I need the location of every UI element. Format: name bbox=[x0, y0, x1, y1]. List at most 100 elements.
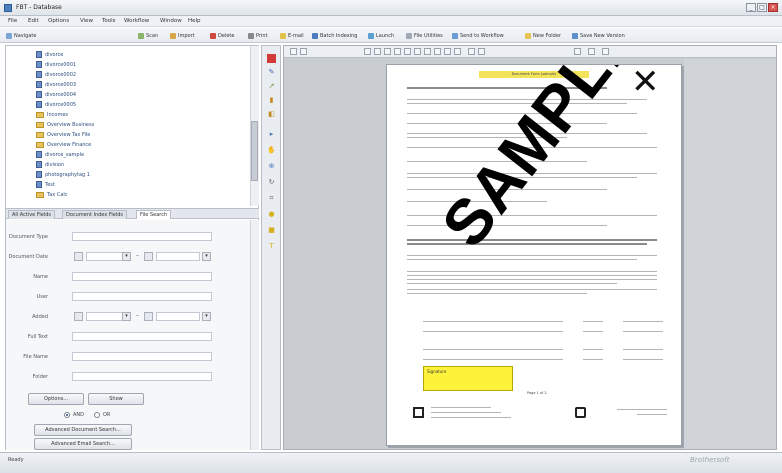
import-button[interactable]: Import bbox=[170, 31, 195, 40]
fit-page-icon[interactable] bbox=[374, 48, 381, 55]
zoom-icon[interactable]: ⊕ bbox=[267, 162, 276, 171]
next-page-icon[interactable] bbox=[444, 48, 451, 55]
tree-item[interactable]: Overview Tax File bbox=[36, 130, 90, 139]
last-page-icon[interactable] bbox=[454, 48, 461, 55]
rotate-icon[interactable]: ↻ bbox=[267, 178, 276, 187]
menu-window[interactable]: Window bbox=[160, 18, 182, 24]
yellow-highlight-note[interactable]: Signature bbox=[423, 366, 513, 391]
maximize-button[interactable]: □ bbox=[757, 3, 767, 12]
print-button[interactable]: Print bbox=[248, 31, 268, 40]
pencil-icon[interactable]: ✎ bbox=[267, 68, 276, 77]
menu-options[interactable]: Options bbox=[48, 18, 69, 24]
tree-item[interactable]: divorce0005 bbox=[36, 100, 76, 109]
save-page-icon[interactable] bbox=[602, 48, 609, 55]
crop-icon[interactable]: ⌗ bbox=[267, 194, 276, 203]
pen-icon[interactable] bbox=[574, 48, 581, 55]
tree-item[interactable]: divorce0004 bbox=[36, 90, 76, 99]
added-to-dropdown[interactable]: ▾ bbox=[202, 312, 211, 321]
batch-indexing-button[interactable]: Batch Indexing bbox=[312, 31, 357, 40]
stop-icon[interactable] bbox=[267, 54, 276, 63]
date-to-field[interactable] bbox=[156, 252, 200, 261]
stamp-icon[interactable]: ● bbox=[267, 210, 276, 219]
first-page-icon[interactable] bbox=[290, 48, 297, 55]
zoom-in-icon[interactable] bbox=[384, 48, 391, 55]
added-to-checkbox[interactable] bbox=[144, 312, 153, 321]
document-page[interactable]: Document Form (sample) ✕ SAMPLE Signatur… bbox=[386, 64, 682, 446]
note-icon[interactable]: ◧ bbox=[267, 110, 276, 119]
select-icon[interactable]: ▸ bbox=[267, 130, 276, 139]
tab-file-search[interactable]: File Search bbox=[136, 210, 172, 219]
and-radio[interactable] bbox=[64, 412, 70, 418]
save-new-version-button[interactable]: Save New Version bbox=[572, 31, 625, 40]
new-folder-button[interactable]: New Folder bbox=[525, 31, 561, 40]
copy-icon[interactable] bbox=[434, 48, 441, 55]
added-from-dropdown[interactable]: ▾ bbox=[122, 312, 131, 321]
signature-line bbox=[423, 331, 563, 332]
print-page-icon[interactable] bbox=[424, 48, 431, 55]
navigate-button[interactable]: Navigate bbox=[6, 31, 36, 40]
tree-item[interactable]: divorce0002 bbox=[36, 70, 76, 79]
or-radio[interactable] bbox=[94, 412, 100, 418]
file-utilities-button[interactable]: File Utilities bbox=[406, 31, 443, 40]
tree-item[interactable]: Incomes bbox=[36, 110, 68, 119]
delete-button[interactable]: Delete bbox=[210, 31, 234, 40]
tree-item[interactable]: Test bbox=[36, 180, 55, 189]
tree-item[interactable]: divorce0003 bbox=[36, 80, 76, 89]
text-icon[interactable]: T bbox=[267, 242, 276, 251]
send-to-workflow-button[interactable]: Send to Workflow bbox=[452, 31, 504, 40]
full-text-field[interactable] bbox=[72, 332, 212, 341]
annotate-icon[interactable] bbox=[468, 48, 475, 55]
menu-view[interactable]: View bbox=[80, 18, 93, 24]
date-to-dropdown[interactable]: ▾ bbox=[202, 252, 211, 261]
tree-item[interactable]: Overview Finance bbox=[36, 140, 91, 149]
tree-item[interactable]: divorce_sample bbox=[36, 150, 84, 159]
menu-workflow[interactable]: Workflow bbox=[124, 18, 149, 24]
arrow-icon[interactable]: ↗ bbox=[267, 82, 276, 91]
options-button[interactable]: Options... bbox=[28, 393, 84, 405]
rotate-left-icon[interactable] bbox=[404, 48, 411, 55]
tree-item[interactable]: divorce0001 bbox=[36, 60, 76, 69]
minimize-button[interactable]: _ bbox=[746, 3, 756, 12]
file-name-field[interactable] bbox=[72, 352, 212, 361]
tree-item[interactable]: divorce bbox=[36, 50, 63, 59]
menu-edit[interactable]: Edit bbox=[28, 18, 39, 24]
tab-all-active-fields[interactable]: All Active Fields bbox=[8, 210, 55, 219]
prev-page-icon[interactable] bbox=[300, 48, 307, 55]
tree-item[interactable]: photographytag 1 bbox=[36, 170, 90, 179]
date-from-dropdown[interactable]: ▾ bbox=[122, 252, 131, 261]
highlighter-icon[interactable]: ▮ bbox=[267, 96, 276, 105]
folder-field[interactable] bbox=[72, 372, 212, 381]
find-icon[interactable] bbox=[588, 48, 595, 55]
menu-help[interactable]: Help bbox=[188, 18, 201, 24]
tree-item[interactable]: Tax Calc bbox=[36, 190, 68, 199]
search-icon[interactable] bbox=[478, 48, 485, 55]
advanced-document-search-button[interactable]: Advanced Document Search... bbox=[34, 424, 132, 436]
launch-button[interactable]: Launch bbox=[368, 31, 394, 40]
tree-item[interactable]: Overview Business bbox=[36, 120, 94, 129]
scan-button[interactable]: Scan bbox=[138, 31, 158, 40]
equal-housing-logo bbox=[413, 407, 424, 418]
tab-document-index-fields[interactable]: Document Index Fields bbox=[62, 210, 127, 219]
hand-icon[interactable]: ✋ bbox=[267, 146, 276, 155]
form-scrollbar[interactable] bbox=[250, 220, 259, 450]
zoom-out-icon[interactable] bbox=[394, 48, 401, 55]
added-to-field[interactable] bbox=[156, 312, 200, 321]
tree-item[interactable]: division bbox=[36, 160, 64, 169]
email-button[interactable]: E-mail bbox=[280, 31, 304, 40]
advanced-email-search-button[interactable]: Advanced Email Search... bbox=[34, 438, 132, 450]
menu-tools[interactable]: Tools bbox=[102, 18, 116, 24]
menu-file[interactable]: File bbox=[8, 18, 17, 24]
fit-width-icon[interactable] bbox=[364, 48, 371, 55]
show-button[interactable]: Show bbox=[88, 393, 144, 405]
user-field[interactable] bbox=[72, 292, 212, 301]
added-checkbox[interactable] bbox=[74, 312, 83, 321]
close-button[interactable]: × bbox=[768, 3, 778, 12]
tree-scrollbar-thumb[interactable] bbox=[251, 121, 258, 181]
sticky-note-icon[interactable]: ■ bbox=[267, 226, 276, 235]
date-checkbox[interactable] bbox=[74, 252, 83, 261]
navigate-icon bbox=[6, 32, 12, 39]
name-field[interactable] bbox=[72, 272, 212, 281]
document-type-field[interactable] bbox=[72, 232, 212, 241]
rotate-right-icon[interactable] bbox=[414, 48, 421, 55]
date-to-checkbox[interactable] bbox=[144, 252, 153, 261]
